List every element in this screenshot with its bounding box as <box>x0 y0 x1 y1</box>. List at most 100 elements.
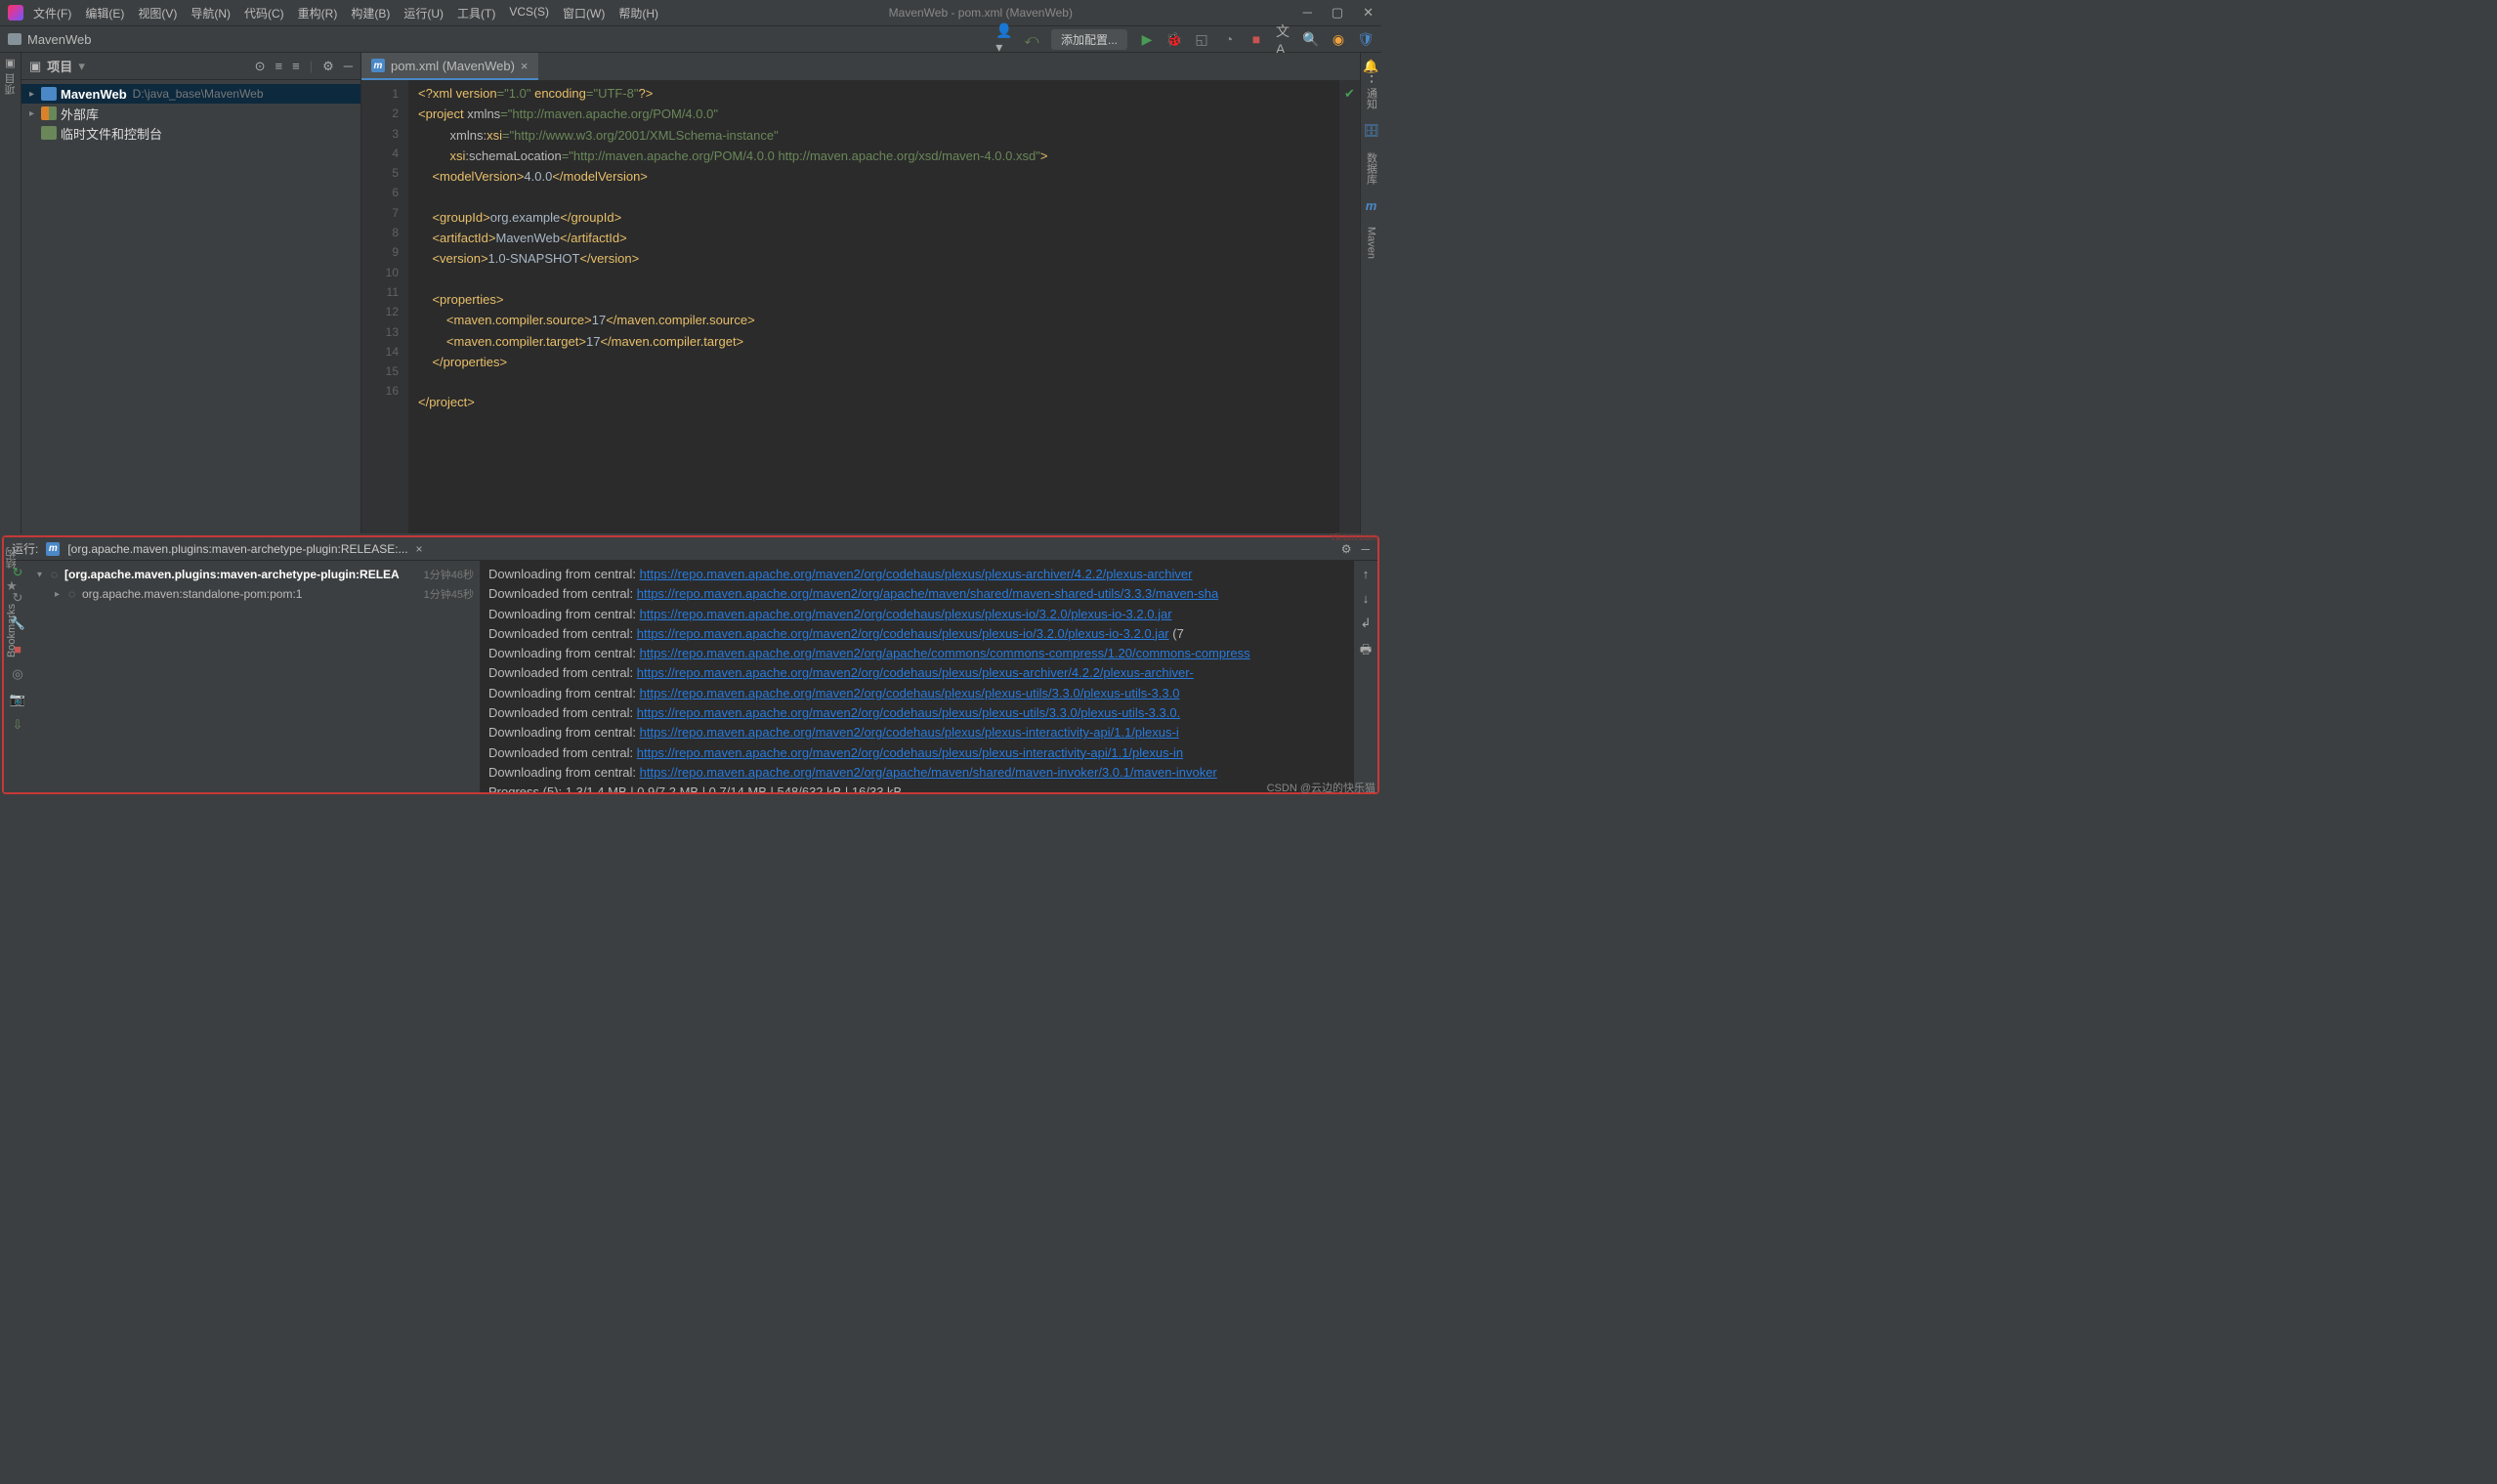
hide-icon[interactable]: ─ <box>1361 542 1370 556</box>
spinner-icon: ◌ <box>51 568 64 581</box>
watermark: CSDN @云边的快乐猫 <box>1267 780 1375 795</box>
print-icon[interactable]: 🖶 <box>1360 641 1372 662</box>
line-gutter: 12345678910111213141516 <box>361 80 408 533</box>
chevron-right-icon[interactable]: ▸ <box>29 89 41 100</box>
structure-label[interactable]: 结构 <box>4 547 20 569</box>
run-tree-root[interactable]: ▾ ◌ [org.apache.maven.plugins:maven-arch… <box>37 565 474 584</box>
menu-window[interactable]: 窗口(W) <box>563 5 605 21</box>
project-panel-title[interactable]: 项目 <box>47 57 72 75</box>
menu-file[interactable]: 文件(F) <box>33 5 71 21</box>
menu-navigate[interactable]: 导航(N) <box>190 5 231 21</box>
run-tree-label: org.apache.maven:standalone-pom:pom:1 <box>82 587 424 601</box>
run-tree-child[interactable]: ▸ ◌ org.apache.maven:standalone-pom:pom:… <box>37 584 474 604</box>
run-header: 运行: m [org.apache.maven.plugins:maven-ar… <box>4 537 1377 561</box>
tree-node-external-libs[interactable]: ▸ 外部库 <box>21 104 360 123</box>
menu-view[interactable]: 视图(V) <box>138 5 177 21</box>
tab-pom-xml[interactable]: m pom.xml (MavenWeb) × <box>361 53 538 80</box>
user-icon[interactable]: 👤▾ <box>996 31 1012 47</box>
profile-icon[interactable]: ◔ <box>1221 31 1237 47</box>
navbar: MavenWeb 👤▾ ⤺ 添加配置... ▶ 🐞 ◱ ◔ ■ 文A 🔍 ◉ 🛡 <box>0 26 1381 53</box>
tree-node-label: MavenWeb <box>61 87 127 102</box>
more-icon[interactable]: ⋮ <box>1364 66 1379 86</box>
expand-all-icon[interactable]: ≡ <box>275 59 283 74</box>
notifications-label[interactable]: 通知 <box>1364 88 1379 109</box>
editor-tabs: m pom.xml (MavenWeb) × <box>361 53 1360 80</box>
bookmark-icon[interactable]: ★ <box>6 578 18 594</box>
chevron-right-icon[interactable]: ▸ <box>29 108 41 119</box>
left-toolbar: ▣ 项目 <box>0 53 21 533</box>
menu-refactor[interactable]: 重构(R) <box>298 5 338 21</box>
hide-icon[interactable]: ─ <box>344 59 353 74</box>
menu-tools[interactable]: 工具(T) <box>457 5 495 21</box>
debug-icon[interactable]: 🐞 <box>1166 31 1182 47</box>
window-title: MavenWeb - pom.xml (MavenWeb) <box>658 6 1303 20</box>
wrap-icon[interactable]: ↲ <box>1361 615 1372 631</box>
maven-icon: m <box>46 542 60 556</box>
maven-icon[interactable]: m <box>1366 198 1377 213</box>
watermark-corner: Yii.cm.com <box>1330 532 1377 543</box>
chevron-right-icon[interactable]: ▸ <box>55 589 68 600</box>
search-icon[interactable]: 🔍 <box>1303 31 1319 47</box>
menu-code[interactable]: 代码(C) <box>244 5 284 21</box>
chevron-down-icon[interactable]: ▾ <box>78 59 85 74</box>
gear-icon[interactable]: ⚙ <box>1341 542 1352 556</box>
run-config-dropdown[interactable]: 添加配置... <box>1051 29 1127 50</box>
menu-run[interactable]: 运行(U) <box>403 5 444 21</box>
maximize-icon[interactable]: ▢ <box>1332 5 1343 21</box>
library-icon <box>41 106 57 120</box>
run-tree-time: 1分钟45秒 <box>424 586 474 602</box>
project-tool-label[interactable]: 项目 <box>3 73 19 95</box>
build-hammer-icon[interactable]: ⤺ <box>1024 31 1039 47</box>
inspection-stripe: ✔ <box>1338 80 1360 533</box>
code-content[interactable]: <?xml version="1.0" encoding="UTF-8"?> <… <box>408 80 1338 533</box>
run-tool-window: 运行: m [org.apache.maven.plugins:maven-ar… <box>2 535 1379 794</box>
select-opened-icon[interactable]: ⊙ <box>255 59 266 74</box>
menu-edit[interactable]: 编辑(E) <box>85 5 124 21</box>
bookmarks-label[interactable]: Bookmarks <box>6 604 18 657</box>
export-icon[interactable]: ⇩ <box>10 717 25 733</box>
app-logo-icon <box>8 5 23 21</box>
tree-node-path: D:\java_base\MavenWeb <box>133 87 264 101</box>
run-config-title[interactable]: [org.apache.maven.plugins:maven-archetyp… <box>67 542 407 556</box>
ai-icon[interactable]: ◉ <box>1331 31 1346 47</box>
breadcrumb[interactable]: MavenWeb <box>27 32 92 47</box>
run-icon[interactable]: ▶ <box>1139 31 1155 47</box>
chevron-down-icon[interactable]: ▾ <box>37 570 51 580</box>
tree-node-scratches[interactable]: 临时文件和控制台 <box>21 123 360 143</box>
target-icon[interactable]: ◎ <box>10 666 25 682</box>
menu-build[interactable]: 构建(B) <box>351 5 390 21</box>
database-label[interactable]: 数据库 <box>1364 152 1379 185</box>
module-icon <box>41 87 57 101</box>
translate-icon[interactable]: 文A <box>1276 31 1291 47</box>
up-icon[interactable]: ↑ <box>1363 567 1370 581</box>
close-icon[interactable]: ✕ <box>1363 5 1374 21</box>
gear-icon[interactable]: ⚙ <box>322 59 334 74</box>
project-icon: ▣ <box>29 59 41 74</box>
camera-icon[interactable]: 📷 <box>10 692 25 707</box>
check-icon[interactable]: ✔ <box>1339 80 1360 102</box>
titlebar: 文件(F) 编辑(E) 视图(V) 导航(N) 代码(C) 重构(R) 构建(B… <box>0 0 1381 26</box>
menu-vcs[interactable]: VCS(S) <box>509 5 549 21</box>
right-toolbar: 🔔 通知 🗄 数据库 m Maven <box>1360 53 1381 533</box>
tab-close-icon[interactable]: × <box>521 59 529 73</box>
down-icon[interactable]: ↓ <box>1363 591 1370 606</box>
project-panel: ▣ 项目 ▾ ⊙ ≡ ≡ | ⚙ ─ ▸ MavenWeb D:\java_ba… <box>21 53 361 533</box>
collapse-all-icon[interactable]: ≡ <box>292 59 300 74</box>
tree-node-label: 外部库 <box>61 105 99 123</box>
database-icon[interactable]: 🗄 <box>1363 123 1379 139</box>
stop-icon[interactable]: ■ <box>1248 31 1264 47</box>
spinner-icon: ◌ <box>68 587 82 601</box>
maven-label[interactable]: Maven <box>1366 227 1377 259</box>
tree-node-mavenweb[interactable]: ▸ MavenWeb D:\java_base\MavenWeb <box>21 84 360 104</box>
project-tool-icon[interactable]: ▣ <box>5 57 15 69</box>
coverage-icon[interactable]: ◱ <box>1194 31 1209 47</box>
project-tree: ▸ MavenWeb D:\java_base\MavenWeb ▸ 外部库 临… <box>21 80 360 147</box>
run-tree-time: 1分钟46秒 <box>424 567 474 582</box>
run-tree-label: [org.apache.maven.plugins:maven-archetyp… <box>64 568 424 581</box>
menu-help[interactable]: 帮助(H) <box>618 5 658 21</box>
shield-icon[interactable]: 🛡 <box>1358 31 1374 47</box>
tab-close-icon[interactable]: × <box>416 542 423 556</box>
console-output[interactable]: Downloading from central: https://repo.m… <box>481 561 1354 792</box>
project-panel-header: ▣ 项目 ▾ ⊙ ≡ ≡ | ⚙ ─ <box>21 53 360 80</box>
minimize-icon[interactable]: ─ <box>1303 5 1312 21</box>
